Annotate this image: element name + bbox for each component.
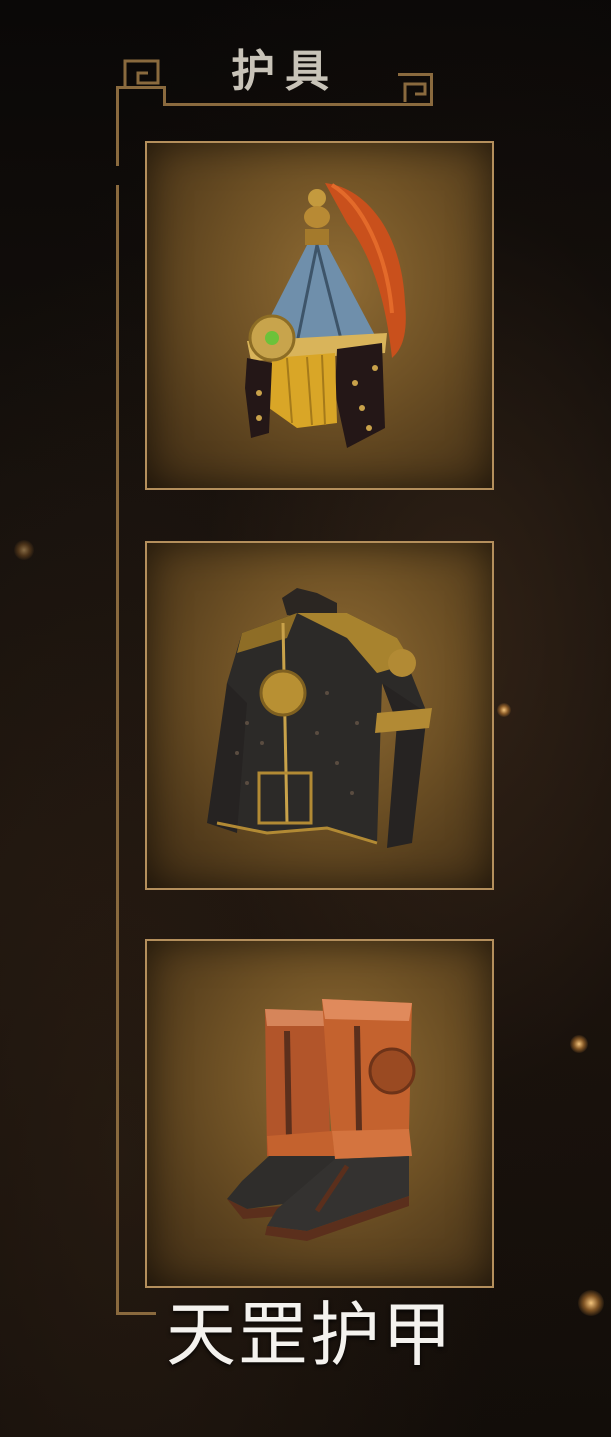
- frame-fret-right: [403, 82, 427, 102]
- helmet-icon: [245, 183, 406, 448]
- equipment-panel: 护具 天罡护甲: [0, 0, 611, 1437]
- panel-title: 护具: [231, 46, 339, 97]
- equipment-slot-armor[interactable]: [145, 541, 494, 890]
- armor-icon: [207, 588, 432, 848]
- ember-particle: [578, 1290, 604, 1316]
- armor-set-name: 天罡护甲: [166, 1294, 454, 1376]
- ember-particle: [497, 703, 511, 717]
- frame-fret-left: [123, 59, 160, 87]
- ember-particle: [570, 1035, 588, 1053]
- ember-particle: [14, 540, 34, 560]
- equipment-slot-helmet[interactable]: [145, 141, 494, 490]
- equipment-slot-boots[interactable]: [145, 939, 494, 1288]
- boots-icon: [227, 999, 416, 1241]
